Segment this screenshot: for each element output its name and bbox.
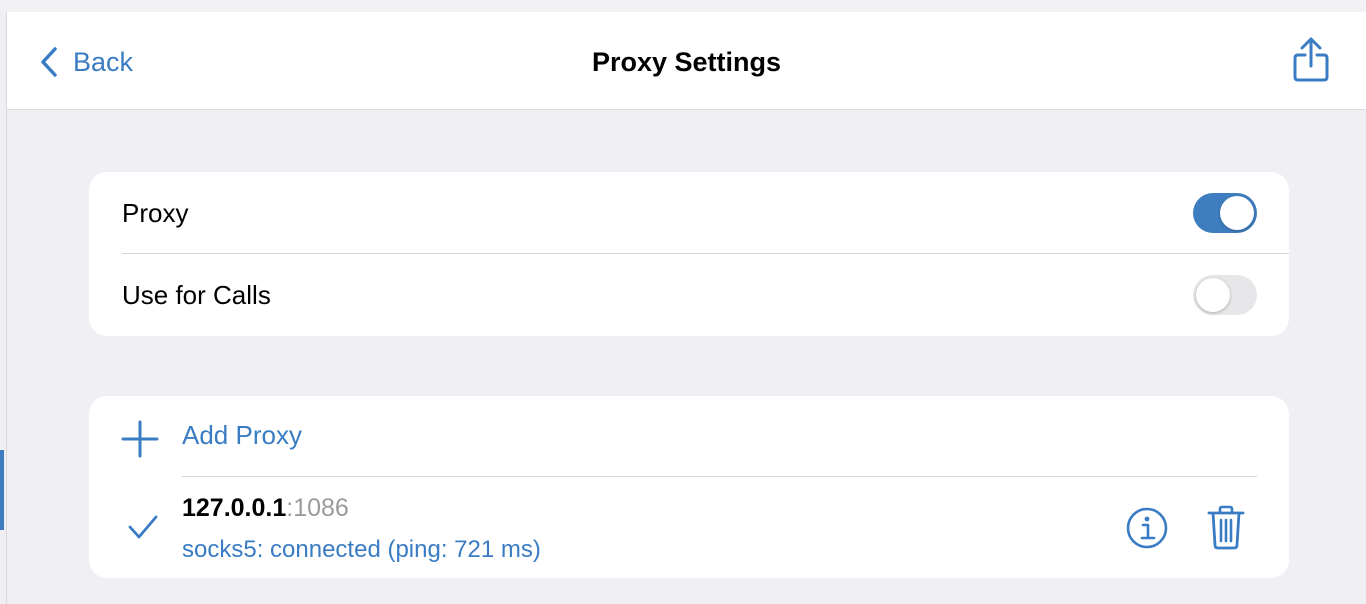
proxy-port: :1086 <box>286 494 349 522</box>
plus-icon <box>121 420 159 458</box>
add-proxy-label: Add Proxy <box>182 420 302 450</box>
use-for-calls-toggle[interactable] <box>1193 275 1257 315</box>
share-button[interactable] <box>1291 36 1331 86</box>
checkmark-icon <box>128 515 158 539</box>
top-strip <box>0 0 1366 12</box>
page-title: Proxy Settings <box>591 46 782 77</box>
proxy-toggle[interactable] <box>1193 193 1257 233</box>
row-divider <box>182 476 1257 477</box>
proxy-address: 127.0.0.1:1086 <box>182 494 349 523</box>
proxy-status: socks5: connected (ping: 721 ms) <box>182 536 541 563</box>
info-icon <box>1126 507 1168 549</box>
proxy-row: Proxy <box>89 172 1289 254</box>
delete-proxy-button[interactable] <box>1206 505 1246 551</box>
share-icon <box>1293 37 1329 82</box>
back-button[interactable]: Back <box>39 42 133 82</box>
trash-icon <box>1207 505 1245 550</box>
proxy-list-card: Add Proxy 127.0.0.1:1086 socks5: connect… <box>89 396 1289 578</box>
toggle-knob <box>1220 196 1254 230</box>
chevron-left-icon <box>41 47 57 77</box>
proxy-label: Proxy <box>122 197 189 228</box>
toggle-knob <box>1196 278 1230 312</box>
proxy-settings-card: Proxy Use for Calls <box>89 172 1289 336</box>
proxy-host: 127.0.0.1 <box>182 494 287 522</box>
back-label: Back <box>73 46 134 77</box>
use-for-calls-row: Use for Calls <box>89 254 1289 336</box>
navigation-bar: Back Proxy Settings <box>7 12 1366 110</box>
add-proxy-button[interactable]: Add Proxy <box>89 396 1289 478</box>
selection-indicator <box>0 450 4 530</box>
proxy-info-button[interactable] <box>1126 507 1168 549</box>
use-for-calls-label: Use for Calls <box>122 279 271 310</box>
